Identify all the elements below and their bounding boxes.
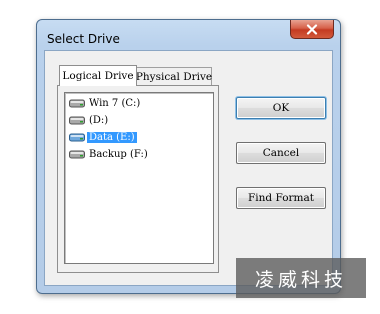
close-icon: [306, 23, 318, 35]
drive-item-e[interactable]: Data (E:): [69, 130, 137, 145]
tab-logical-drive[interactable]: Logical Drive: [59, 65, 137, 86]
tab-panel: Win 7 (C:) (D:) Data (E:) Backup (F:): [57, 85, 219, 273]
drive-item-c[interactable]: Win 7 (C:): [69, 96, 142, 111]
drive-item-d[interactable]: (D:): [69, 113, 110, 128]
drive-label: (D:): [89, 115, 109, 126]
cancel-button[interactable]: Cancel: [236, 142, 326, 164]
find-format-button[interactable]: Find Format: [236, 187, 326, 209]
window-title: Select Drive: [47, 32, 120, 46]
hard-drive-icon: [69, 99, 85, 108]
drive-label: Data (E:): [87, 132, 137, 143]
tab-physical-drive[interactable]: Physical Drive: [136, 67, 212, 85]
ok-button[interactable]: OK: [236, 97, 326, 119]
select-drive-dialog: Select Drive Logical Drive Physical Driv…: [36, 19, 341, 294]
drive-list[interactable]: Win 7 (C:) (D:) Data (E:) Backup (F:): [64, 92, 214, 264]
dialog-client-area: Logical Drive Physical Drive Win 7 (C:): [44, 50, 333, 286]
close-button[interactable]: [290, 20, 334, 39]
hard-drive-icon: [69, 133, 85, 142]
watermark: 凌威科技: [236, 258, 366, 298]
hard-drive-icon: [69, 116, 85, 125]
hard-drive-icon: [69, 150, 85, 159]
drive-label: Backup (F:): [89, 149, 148, 160]
drive-label: Win 7 (C:): [89, 98, 141, 109]
drive-item-f[interactable]: Backup (F:): [69, 147, 150, 162]
